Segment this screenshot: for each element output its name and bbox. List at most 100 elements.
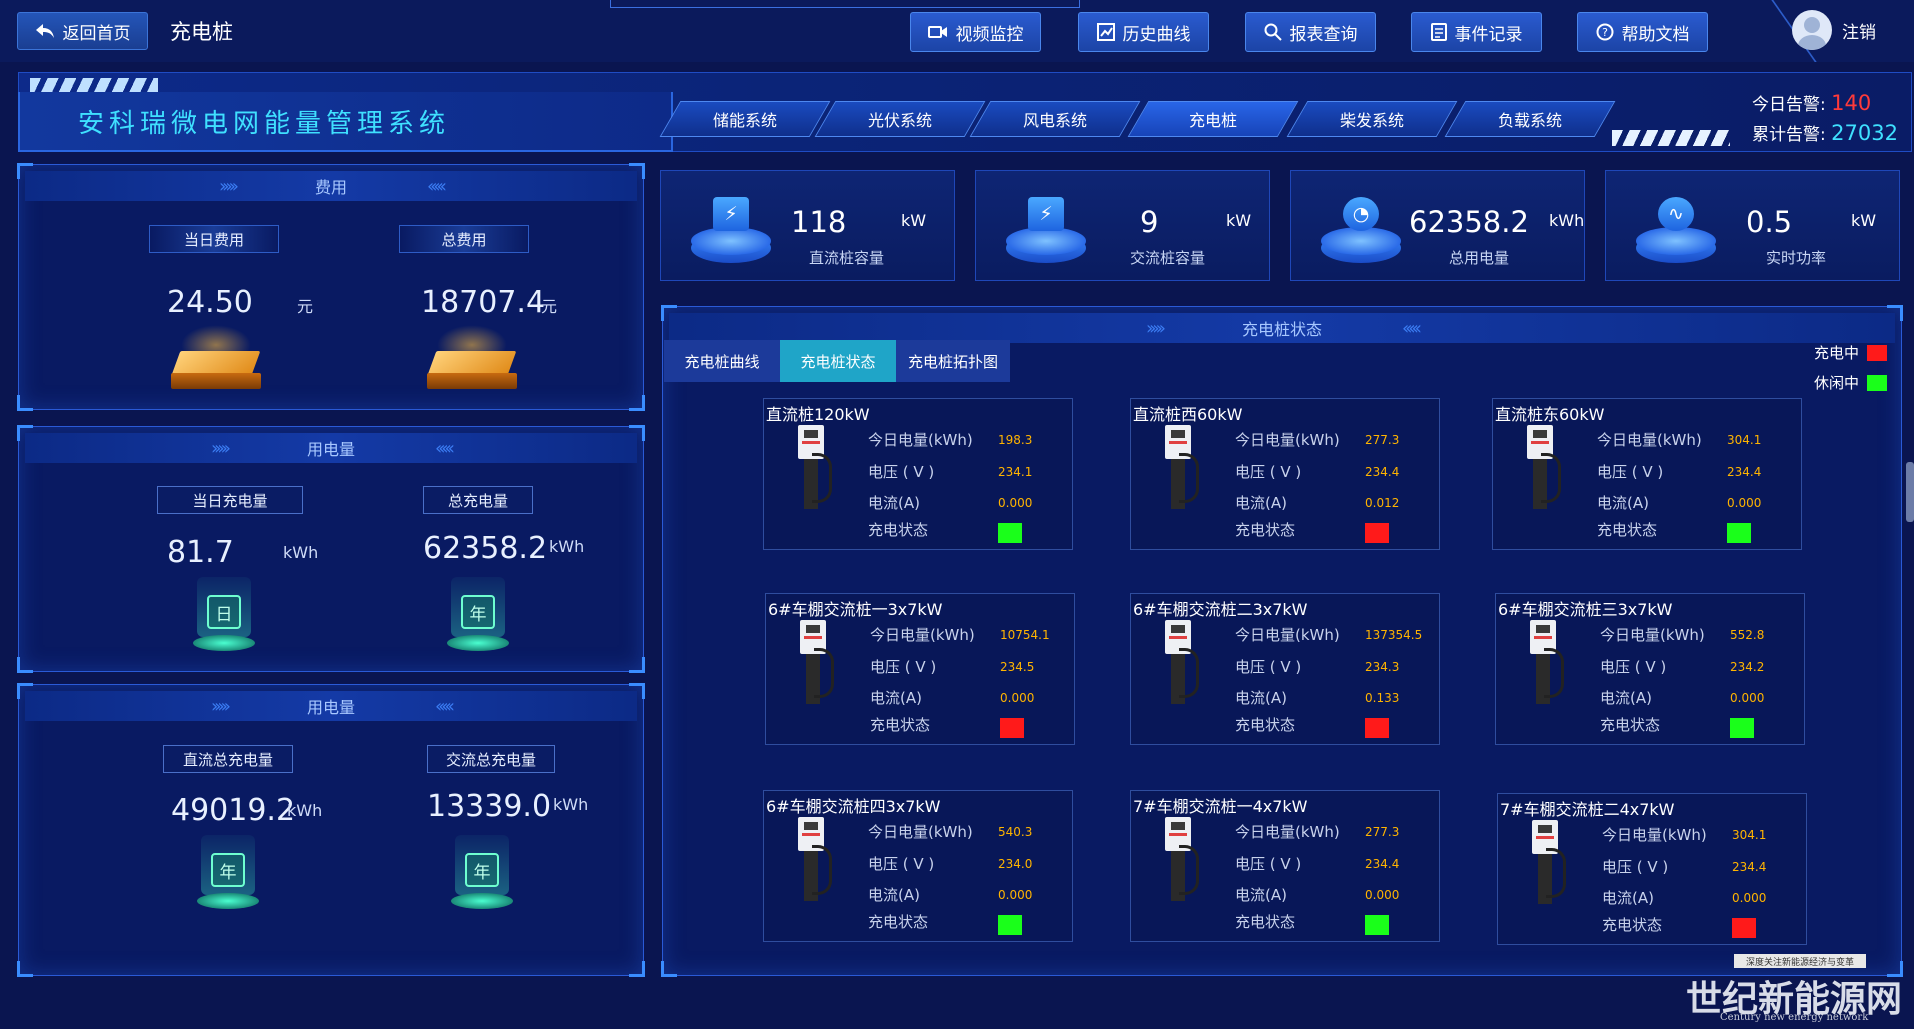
charger-icon	[798, 817, 832, 905]
status-label: 充电状态	[1600, 716, 1661, 734]
current-value: 0.000	[1365, 888, 1400, 902]
voltage-value: 234.4	[1365, 857, 1400, 871]
pile-card[interactable]: 6#车棚交流桩二3x7kW 今日电量(kWh) 137354.5 电压 ( V …	[1130, 593, 1440, 745]
stat-value: 9	[1140, 205, 1159, 239]
ac-total-value: 13339.0	[427, 789, 552, 824]
user-area[interactable]: 注销	[1792, 10, 1876, 50]
status-label: 充电状态	[870, 716, 931, 734]
energy-value: 552.8	[1730, 628, 1765, 642]
today-cost-label: 当日费用	[149, 225, 279, 253]
energy-value: 10754.1	[1000, 628, 1050, 642]
voltage-label: 电压 ( V )	[870, 658, 937, 676]
tab-pile-topology[interactable]: 充电桩拓扑图	[896, 340, 1010, 382]
voltage-label: 电压 ( V )	[1235, 658, 1302, 676]
nav-tab-charging[interactable]: 充电桩	[1127, 101, 1299, 137]
current-label: 电流(A)	[1597, 494, 1649, 512]
lightning-icon: ⚡	[1006, 191, 1086, 267]
total-charge-label: 总充电量	[423, 486, 533, 514]
pile-card[interactable]: 直流桩120kW 今日电量(kWh) 198.3 电压 ( V ) 234.1 …	[763, 398, 1073, 550]
page-name: 充电桩	[170, 20, 233, 44]
usage-panel: ››››› 用电量 ‹‹‹‹‹ 当日充电量 81.7 kWh 日 总充电量 62…	[17, 425, 645, 673]
current-value: 0.000	[998, 496, 1033, 510]
pile-card[interactable]: 6#车棚交流桩三3x7kW 今日电量(kWh) 552.8 电压 ( V ) 2…	[1495, 593, 1805, 745]
corner-mark	[629, 395, 645, 411]
nav-tab-label: 风电系统	[1022, 111, 1087, 130]
pile-name: 6#车棚交流桩三3x7kW	[1498, 600, 1673, 619]
total-charge-unit: kWh	[549, 537, 585, 556]
nav-tab-label: 储能系统	[712, 111, 777, 130]
dc-total-unit: kWh	[287, 801, 323, 820]
help-doc-button[interactable]: ? 帮助文档	[1577, 12, 1708, 52]
status-indicator	[1732, 918, 1756, 938]
nav-tab-pv[interactable]: 光伏系统	[814, 101, 986, 137]
current-label: 电流(A)	[1602, 889, 1654, 907]
gold-stack-icon	[427, 325, 517, 393]
stat-unit: kW	[901, 211, 927, 230]
current-value: 0.000	[1730, 691, 1765, 705]
history-curve-button[interactable]: 历史曲线	[1078, 12, 1209, 52]
nav-tab-wind[interactable]: 风电系统	[969, 101, 1141, 137]
nav-tab-load[interactable]: 负载系统	[1444, 101, 1616, 137]
avatar[interactable]	[1792, 10, 1832, 50]
status-label: 充电状态	[1235, 913, 1296, 931]
pile-card[interactable]: 7#车棚交流桩一4x7kW 今日电量(kWh) 277.3 电压 ( V ) 2…	[1130, 790, 1440, 942]
logout-link[interactable]: 注销	[1842, 18, 1876, 43]
alarm-total-value: 27032	[1831, 121, 1898, 145]
event-log-button[interactable]: 事件记录	[1411, 12, 1542, 52]
voltage-value: 234.3	[1365, 660, 1400, 674]
today-charge-value: 81.7	[167, 535, 234, 570]
pile-card[interactable]: 7#车棚交流桩二4x7kW 今日电量(kWh) 304.1 电压 ( V ) 2…	[1497, 793, 1807, 945]
chevron-left-icon: ‹‹‹‹‹	[427, 175, 447, 197]
voltage-label: 电压 ( V )	[1602, 858, 1669, 876]
current-value: 0.012	[1365, 496, 1400, 510]
status-indicator	[1365, 523, 1389, 543]
pile-card[interactable]: 直流桩东60kW 今日电量(kWh) 304.1 电压 ( V ) 234.4 …	[1492, 398, 1802, 550]
panel-title: 用电量	[306, 440, 355, 459]
title-stripes	[30, 78, 158, 92]
pile-card[interactable]: 6#车棚交流桩一3x7kW 今日电量(kWh) 10754.1 电压 ( V )…	[765, 593, 1075, 745]
status-indicator	[1727, 523, 1751, 543]
chevron-left-icon: ‹‹‹‹‹	[1402, 317, 1422, 339]
status-indicator	[998, 523, 1022, 543]
pile-card[interactable]: 直流桩西60kW 今日电量(kWh) 277.3 电压 ( V ) 234.4 …	[1130, 398, 1440, 550]
current-label: 电流(A)	[868, 886, 920, 904]
calendar-year-icon: 年	[443, 577, 513, 657]
energy-value: 137354.5	[1365, 628, 1423, 642]
lightning-icon: ⚡	[691, 191, 771, 267]
tab-pile-status[interactable]: 充电桩状态	[780, 340, 896, 382]
header-stripes	[1612, 130, 1730, 146]
svg-text:?: ?	[1602, 26, 1608, 39]
report-query-label: 报表查询	[1289, 24, 1358, 45]
tab-pile-curve[interactable]: 充电桩曲线	[664, 340, 780, 382]
charger-icon	[798, 425, 832, 513]
charger-icon	[1530, 620, 1564, 708]
nav-tab-storage[interactable]: 储能系统	[659, 101, 831, 137]
corner-mark	[661, 961, 677, 977]
corner-mark	[629, 961, 645, 977]
pile-card[interactable]: 6#车棚交流桩四3x7kW 今日电量(kWh) 540.3 电压 ( V ) 2…	[763, 790, 1073, 942]
nav-tab-label: 光伏系统	[867, 111, 932, 130]
video-monitor-button[interactable]: 视频监控	[910, 12, 1041, 52]
nav-tab-label: 负载系统	[1497, 111, 1562, 130]
report-query-button[interactable]: 报表查询	[1245, 12, 1376, 52]
voltage-value: 234.5	[1000, 660, 1035, 674]
energy-label: 今日电量(kWh)	[870, 626, 975, 644]
scrollbar-handle[interactable]	[1906, 462, 1914, 522]
legend-charging: 充电中	[1814, 342, 1888, 363]
stat-card-dc-capacity: ⚡ 118 kW 直流桩容量	[660, 170, 955, 281]
chart-icon	[1096, 23, 1115, 41]
pile-name: 6#车棚交流桩二3x7kW	[1133, 600, 1308, 619]
status-indicator	[1365, 718, 1389, 738]
back-home-button[interactable]: 返回首页	[17, 12, 148, 50]
voltage-label: 电压 ( V )	[868, 855, 935, 873]
voltage-label: 电压 ( V )	[1600, 658, 1667, 676]
panel-header: ››››› 用电量 ‹‹‹‹‹	[25, 433, 637, 463]
nav-tab-label: 充电桩	[1188, 111, 1237, 130]
alarm-today: 今日告警: 140	[1752, 90, 1871, 115]
legend-swatch	[1867, 344, 1888, 361]
current-label: 电流(A)	[870, 689, 922, 707]
chevron-right-icon: ›››››	[210, 695, 231, 717]
stat-unit: kWh	[1549, 211, 1585, 230]
back-arrow-icon	[35, 24, 54, 38]
nav-tab-diesel[interactable]: 柴发系统	[1286, 101, 1458, 137]
